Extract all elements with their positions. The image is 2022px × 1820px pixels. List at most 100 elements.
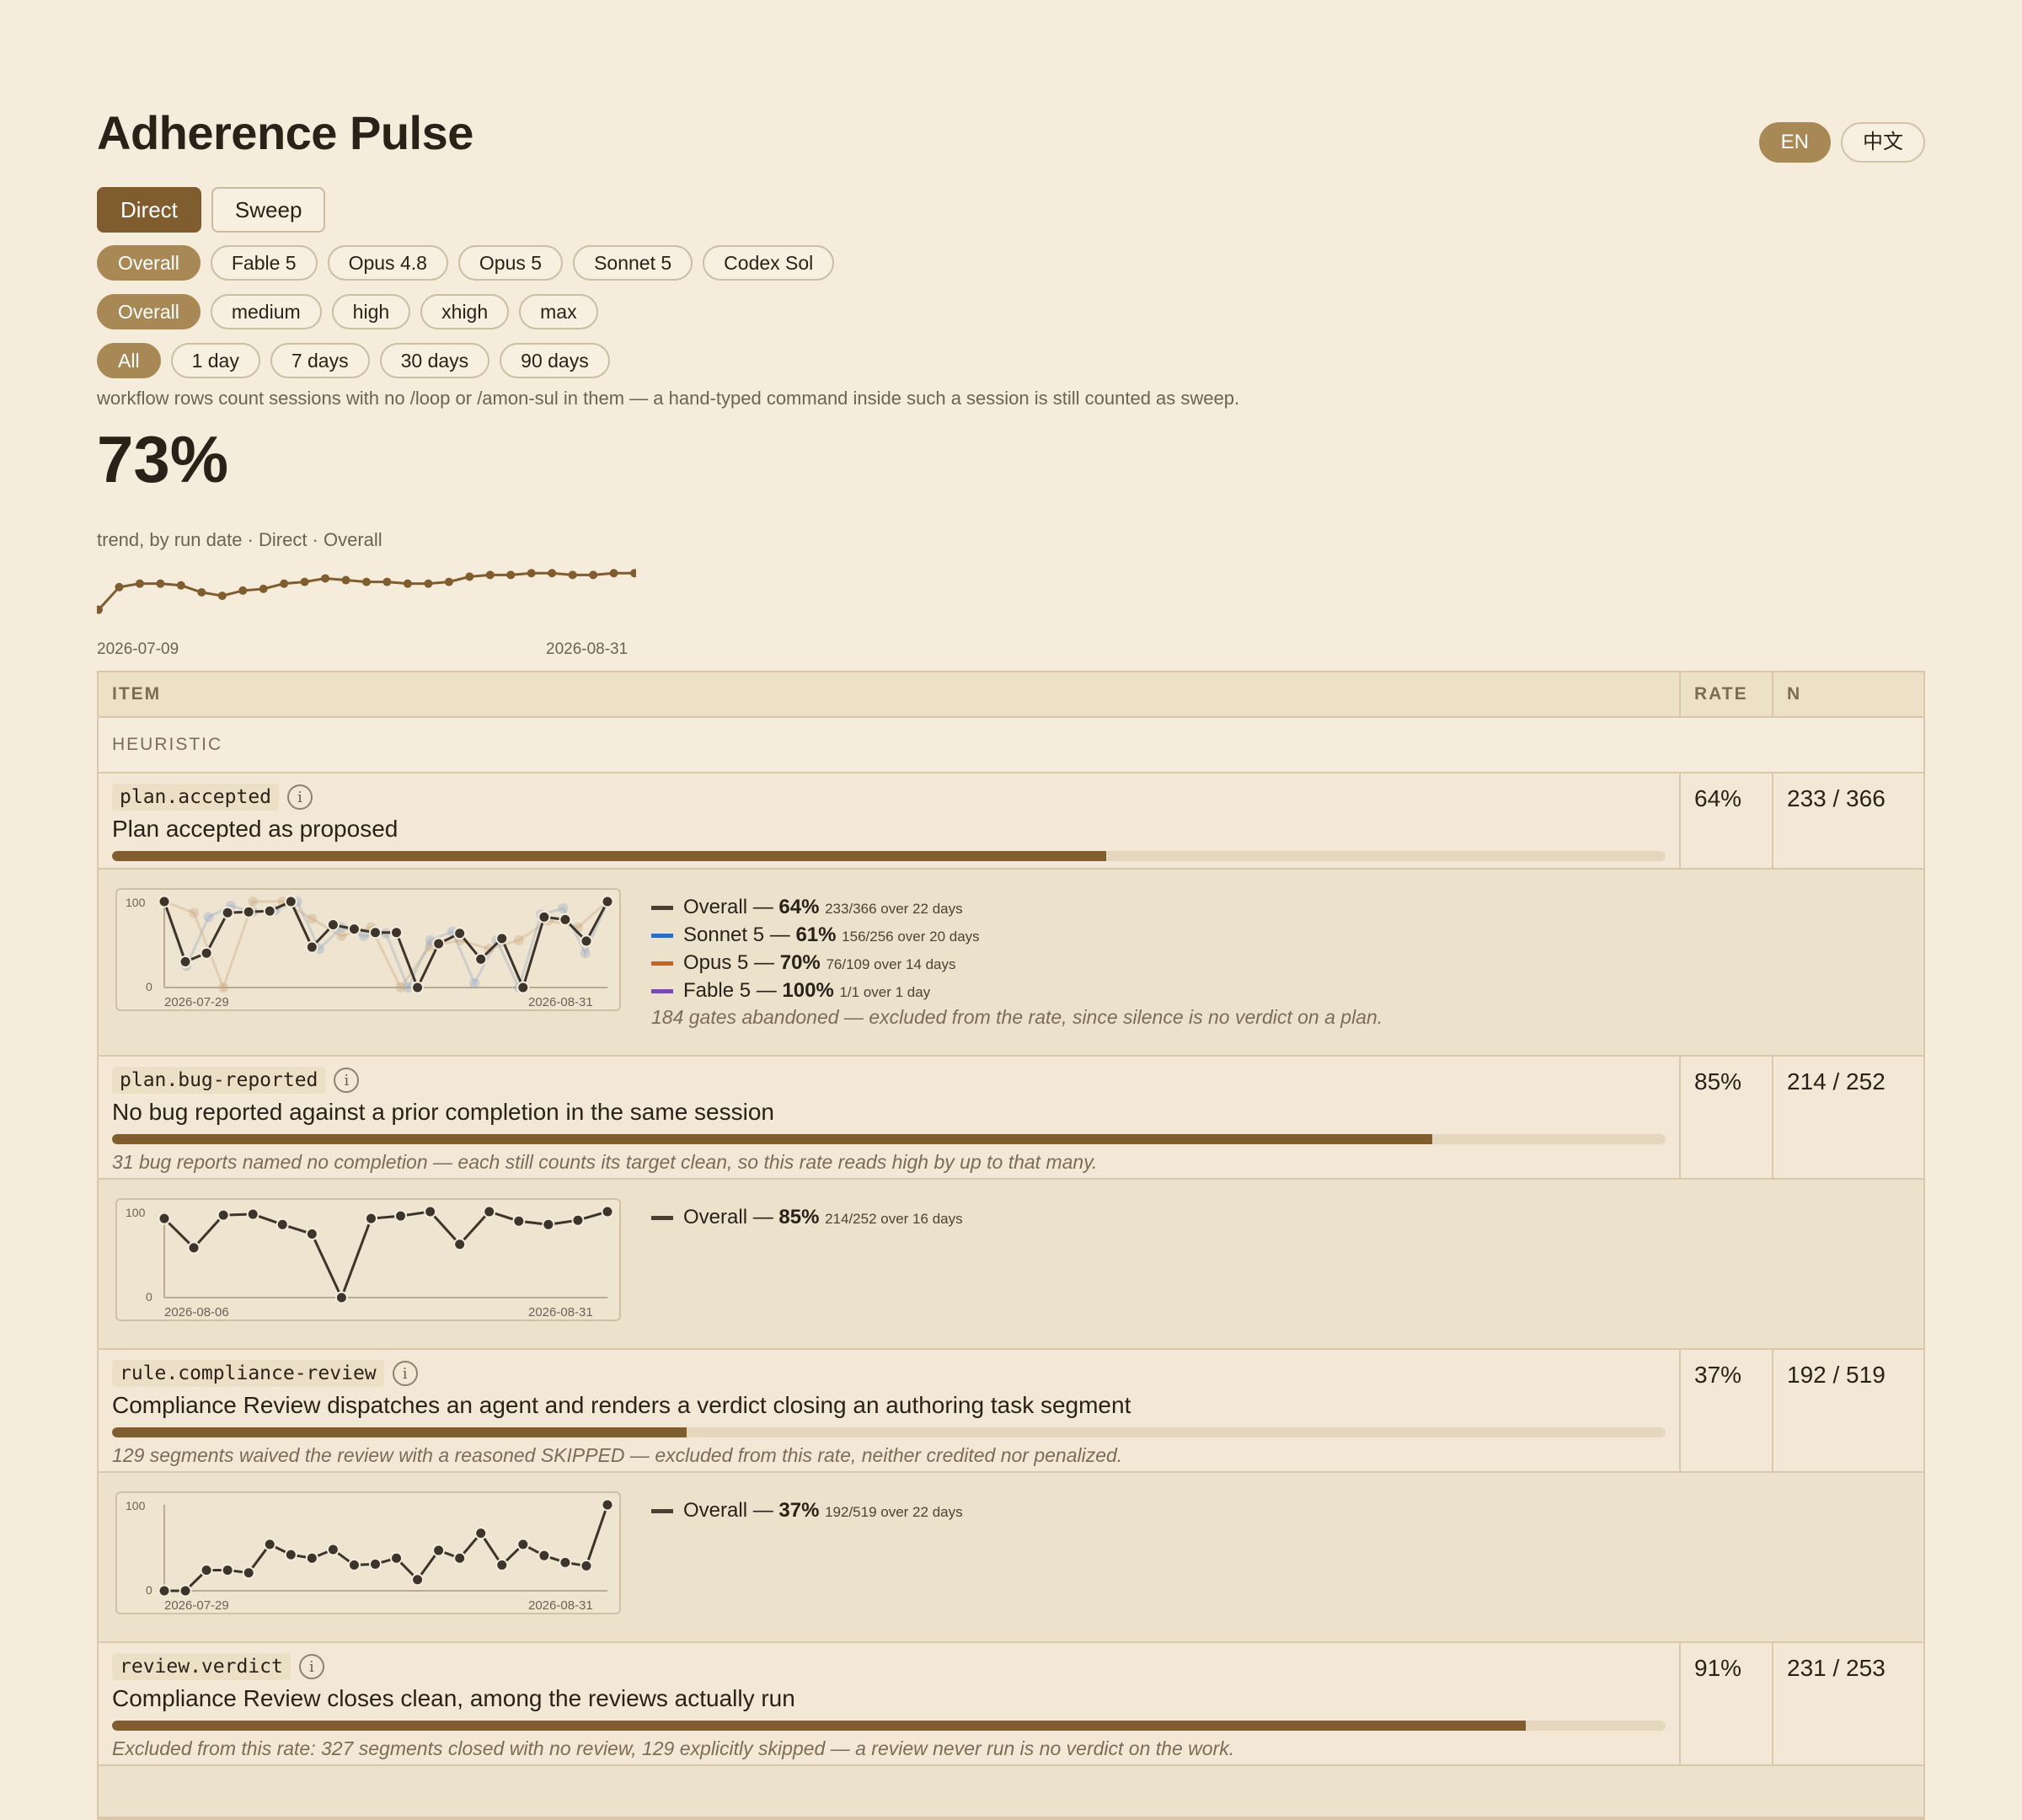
- y-max-label: 100: [126, 1499, 146, 1512]
- legend-swatch: [651, 1216, 673, 1221]
- effort-pill-high[interactable]: high: [331, 294, 411, 329]
- effort-pill-max[interactable]: max: [519, 294, 598, 329]
- info-icon[interactable]: i: [298, 1654, 324, 1679]
- trend-point: [382, 577, 392, 586]
- range-pill-1-day[interactable]: 1 day: [170, 343, 260, 378]
- series-point: [284, 1548, 297, 1561]
- model-pill-codex-sol[interactable]: Codex Sol: [703, 245, 835, 281]
- item-description: No bug reported against a prior completi…: [112, 1099, 774, 1125]
- effort-pill-medium[interactable]: medium: [210, 294, 322, 329]
- rate-cell: 37%: [1681, 1350, 1773, 1471]
- info-icon[interactable]: i: [392, 1361, 418, 1386]
- trend-caption: trend, by run date · Direct · Overall: [97, 529, 382, 550]
- y-min-label: 0: [146, 1290, 152, 1303]
- range-pill-all[interactable]: All: [97, 343, 161, 378]
- workflow-note: workflow rows count sessions with no /lo…: [97, 388, 1240, 409]
- series-point: [495, 1558, 509, 1571]
- legend-item: Sonnet 5 — 61% 156/256 over 20 days: [651, 921, 1383, 949]
- legend-name: Sonnet 5: [683, 923, 765, 946]
- trend-point: [197, 588, 206, 597]
- table-row[interactable]: plan.bug-reported i No bug reported again…: [99, 1057, 1923, 1180]
- series-point: [424, 1205, 437, 1218]
- chart-legend: Overall — 85% 214/252 over 16 days: [651, 1203, 963, 1231]
- legend-item: Overall — 64% 233/366 over 22 days: [651, 893, 1383, 921]
- chart-legend: Overall — 64% 233/366 over 22 days Sonne…: [651, 893, 1383, 1029]
- legend-swatch: [651, 961, 673, 966]
- model-pill-opus-5[interactable]: Opus 5: [457, 245, 564, 281]
- series-point: [516, 981, 530, 994]
- table-row[interactable]: rule.compliance-review i Compliance Revie…: [99, 1350, 1923, 1473]
- model-pill-opus-4-8[interactable]: Opus 4.8: [327, 245, 448, 281]
- series-point: [495, 932, 509, 945]
- trend-point: [156, 579, 165, 588]
- y-min-label: 0: [146, 980, 152, 993]
- table-row[interactable]: plan.accepted i Plan accepted as proposed…: [99, 774, 1923, 870]
- mini-chart: 100 0 2026-07-29 2026-08-31: [115, 1491, 621, 1614]
- series-point: [179, 955, 192, 968]
- series-point: [601, 1205, 614, 1218]
- series-point: [246, 1207, 259, 1221]
- trend-point: [135, 579, 144, 588]
- series-point: [347, 923, 361, 936]
- trend-sparkline: [97, 569, 636, 614]
- chart-footnote: 184 gates abandoned — excluded from the …: [651, 1006, 1383, 1028]
- legend-detail: 76/109 over 14 days: [826, 956, 956, 972]
- series-point: [538, 910, 551, 923]
- series-point: [347, 1558, 361, 1571]
- series-point: [179, 1584, 192, 1598]
- series-point: [542, 1218, 555, 1231]
- item-note: Excluded from this rate: 327 segments cl…: [112, 1737, 1235, 1759]
- effort-pill-xhigh[interactable]: xhigh: [420, 294, 510, 329]
- series-point: [559, 913, 572, 926]
- x-start-label: 2026-07-29: [164, 1598, 229, 1613]
- trend-point: [280, 579, 289, 588]
- range-filter: All 1 day 7 days 30 days 90 days: [97, 343, 610, 378]
- model-pill-fable-5[interactable]: Fable 5: [210, 245, 318, 281]
- series-point: [158, 1212, 171, 1225]
- series-point: [558, 903, 569, 914]
- legend-rate: 100%: [782, 979, 834, 1002]
- series-point: [411, 1573, 425, 1587]
- mode-sweep-tab[interactable]: Sweep: [211, 187, 326, 233]
- series-point: [158, 1584, 171, 1598]
- series-point: [368, 1557, 382, 1571]
- rate-bar-fill: [112, 1427, 687, 1437]
- series-point: [158, 895, 171, 908]
- trend-point: [341, 575, 350, 585]
- legend-swatch: [651, 989, 673, 994]
- info-icon[interactable]: i: [287, 784, 313, 810]
- item-code: review.verdict: [112, 1653, 291, 1680]
- model-pill-overall[interactable]: Overall: [97, 245, 201, 281]
- mini-chart-svg: 100 0 2026-07-29 2026-08-31: [126, 1498, 614, 1613]
- mode-direct-tab[interactable]: Direct: [97, 187, 201, 233]
- x-end-label: 2026-08-31: [528, 995, 593, 1009]
- item-description: Compliance Review closes clean, among th…: [112, 1685, 795, 1711]
- x-start-label: 2026-08-06: [164, 1305, 229, 1320]
- range-pill-90-days[interactable]: 90 days: [500, 343, 610, 378]
- legend-item: Opus 5 — 70% 76/109 over 14 days: [651, 949, 1383, 977]
- headline-rate: 73%: [97, 422, 229, 496]
- series-point: [432, 1544, 446, 1557]
- series-point: [305, 1228, 318, 1241]
- trend-x-end: 2026-08-31: [546, 640, 629, 658]
- series-point: [513, 934, 524, 945]
- range-pill-7-days[interactable]: 7 days: [270, 343, 370, 378]
- effort-pill-overall[interactable]: Overall: [97, 294, 201, 329]
- trend-point: [259, 584, 268, 593]
- x-end-label: 2026-08-31: [528, 1305, 593, 1320]
- series-point: [203, 912, 214, 923]
- info-icon[interactable]: i: [334, 1068, 360, 1093]
- page: Adherence Pulse EN 中文 Direct Sweep Overa…: [0, 0, 2022, 1820]
- col-item-header: ITEM: [99, 672, 1681, 716]
- series-point: [469, 977, 480, 988]
- table-row[interactable]: review.verdict i Compliance Review closes…: [99, 1643, 1923, 1766]
- lang-en-button[interactable]: EN: [1758, 122, 1831, 163]
- lang-zh-button[interactable]: 中文: [1841, 122, 1925, 163]
- series-point: [474, 952, 488, 966]
- col-n-header: N: [1787, 684, 1802, 704]
- trend-x-start: 2026-07-09: [97, 640, 179, 658]
- model-pill-sonnet-5[interactable]: Sonnet 5: [573, 245, 693, 281]
- series-point: [368, 926, 382, 939]
- trend-point: [217, 592, 227, 601]
- range-pill-30-days[interactable]: 30 days: [379, 343, 490, 378]
